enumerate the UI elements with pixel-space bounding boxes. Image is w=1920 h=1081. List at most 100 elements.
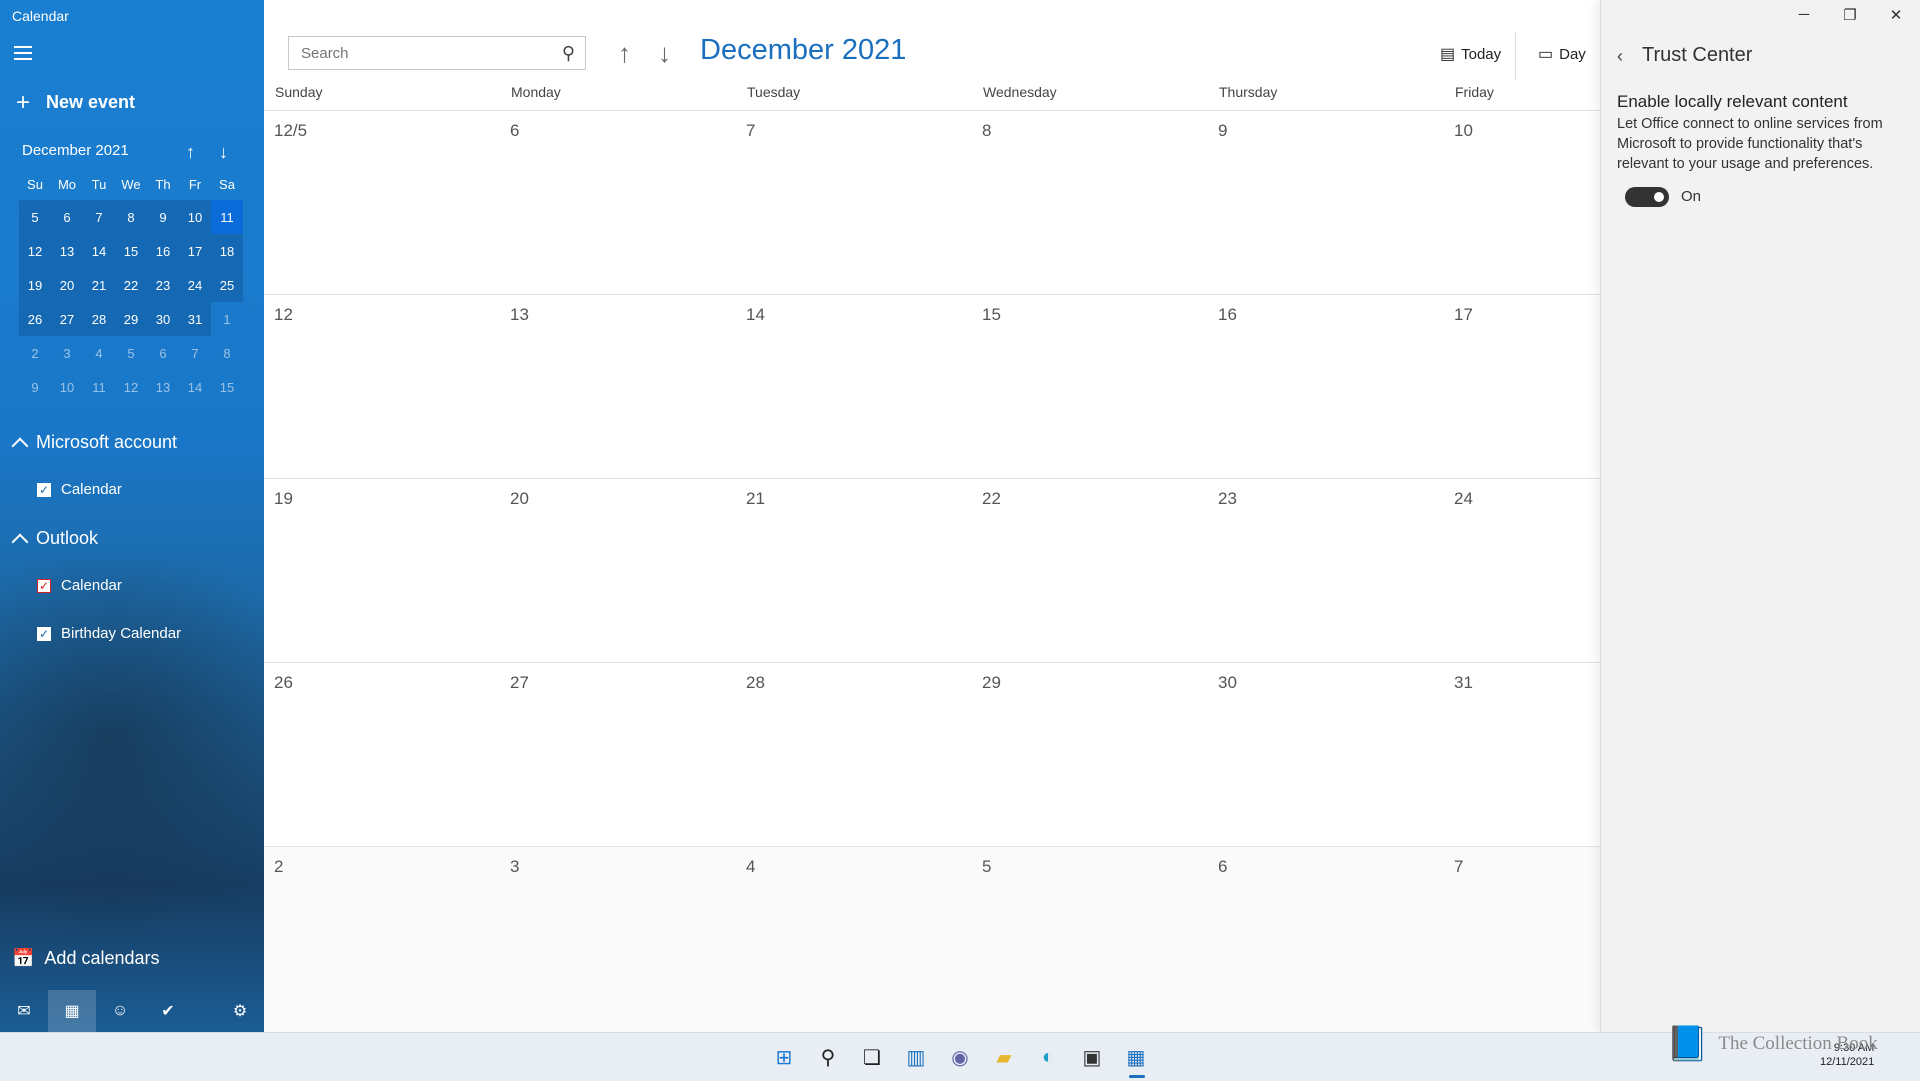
mini-calendar-day[interactable]: 7: [83, 200, 115, 234]
calendar-item-birthday-calendar[interactable]: ✓ Birthday Calendar: [37, 625, 181, 642]
mini-calendar-day[interactable]: 7: [179, 336, 211, 370]
mini-calendar-day[interactable]: 31: [179, 302, 211, 336]
search-box[interactable]: ⚲: [288, 36, 586, 70]
locally-relevant-content-toggle[interactable]: [1625, 187, 1669, 207]
people-icon[interactable]: ☺: [96, 990, 144, 1032]
mini-calendar-day[interactable]: 15: [115, 234, 147, 268]
mini-calendar-day[interactable]: 8: [115, 200, 147, 234]
calendar-app-icon[interactable]: ▦: [1123, 1044, 1149, 1070]
mini-calendar-day[interactable]: 10: [51, 370, 83, 404]
mini-calendar-day[interactable]: 5: [115, 336, 147, 370]
day-cell-number[interactable]: 19: [274, 489, 293, 509]
mini-calendar-day[interactable]: 14: [179, 370, 211, 404]
next-month-icon[interactable]: ↓: [658, 38, 671, 69]
mini-calendar-day[interactable]: 13: [147, 370, 179, 404]
day-cell-number[interactable]: 3: [510, 857, 519, 877]
day-cell-number[interactable]: 16: [1218, 305, 1237, 325]
mini-calendar-day[interactable]: 6: [147, 336, 179, 370]
day-cell-number[interactable]: 29: [982, 673, 1001, 693]
day-cell-number[interactable]: 22: [982, 489, 1001, 509]
mini-calendar-day[interactable]: 15: [211, 370, 243, 404]
file-explorer-icon[interactable]: ▰: [991, 1044, 1017, 1070]
add-calendars-button[interactable]: 📅 Add calendars: [12, 948, 160, 969]
mini-calendar-day[interactable]: 29: [115, 302, 147, 336]
mini-calendar-day[interactable]: 23: [147, 268, 179, 302]
day-cell-number[interactable]: 2: [274, 857, 283, 877]
day-cell-number[interactable]: 6: [510, 121, 519, 141]
mini-calendar-day[interactable]: 19: [19, 268, 51, 302]
month-title[interactable]: December 2021: [700, 34, 906, 67]
mini-calendar-day[interactable]: 25: [211, 268, 243, 302]
mail-icon[interactable]: ✉: [0, 990, 48, 1032]
back-arrow-icon[interactable]: ‹: [1617, 46, 1623, 67]
mini-calendar-day[interactable]: 26: [19, 302, 51, 336]
day-cell-number[interactable]: 28: [746, 673, 765, 693]
day-cell-number[interactable]: 7: [746, 121, 755, 141]
todo-icon[interactable]: ✔: [144, 990, 192, 1032]
day-cell-number[interactable]: 12/5: [274, 121, 307, 141]
day-cell-number[interactable]: 17: [1454, 305, 1473, 325]
calendar-item-microsoft-calendar[interactable]: ✓ Calendar: [37, 481, 122, 498]
mini-calendar-day[interactable]: 27: [51, 302, 83, 336]
minimize-icon[interactable]: ─: [1781, 6, 1827, 28]
day-cell-number[interactable]: 9: [1218, 121, 1227, 141]
mini-calendar-day[interactable]: 12: [19, 234, 51, 268]
mini-calendar-day[interactable]: 21: [83, 268, 115, 302]
mini-calendar-day[interactable]: 10: [179, 200, 211, 234]
day-cell-number[interactable]: 12: [274, 305, 293, 325]
day-cell-number[interactable]: 15: [982, 305, 1001, 325]
mini-calendar-day[interactable]: 30: [147, 302, 179, 336]
day-cell-number[interactable]: 26: [274, 673, 293, 693]
search-icon[interactable]: ⚲: [562, 43, 575, 64]
day-cell-number[interactable]: 21: [746, 489, 765, 509]
mini-calendar-next-icon[interactable]: ↓: [219, 142, 228, 163]
day-cell-number[interactable]: 20: [510, 489, 529, 509]
task-view-icon[interactable]: ❏: [859, 1044, 885, 1070]
mini-calendar-day[interactable]: 5: [19, 200, 51, 234]
close-icon[interactable]: ✕: [1873, 6, 1919, 28]
day-cell-number[interactable]: 6: [1218, 857, 1227, 877]
mini-calendar-day[interactable]: 28: [83, 302, 115, 336]
previous-month-icon[interactable]: ↑: [618, 38, 631, 69]
edge-browser-icon[interactable]: ◐: [1035, 1044, 1061, 1070]
new-event-button[interactable]: + New event: [14, 90, 135, 114]
today-button[interactable]: ▤ Today: [1440, 44, 1501, 64]
restore-icon[interactable]: ❐: [1827, 6, 1873, 28]
checkbox-checked-icon[interactable]: ✓: [37, 482, 51, 497]
day-cell-number[interactable]: 24: [1454, 489, 1473, 509]
mini-calendar-day[interactable]: 11: [83, 370, 115, 404]
day-cell-number[interactable]: 10: [1454, 121, 1473, 141]
day-cell-number[interactable]: 27: [510, 673, 529, 693]
widgets-icon[interactable]: ▥: [903, 1044, 929, 1070]
checkbox-checked-icon[interactable]: ✓: [37, 578, 51, 593]
mini-calendar-day[interactable]: 22: [115, 268, 147, 302]
day-cell-number[interactable]: 23: [1218, 489, 1237, 509]
search-icon[interactable]: ⚲: [815, 1044, 841, 1070]
mini-calendar-day[interactable]: 1: [211, 302, 243, 336]
account-microsoft-header[interactable]: Microsoft account: [11, 432, 177, 454]
chat-icon[interactable]: ◉: [947, 1044, 973, 1070]
hamburger-menu-icon[interactable]: [14, 46, 32, 60]
mini-calendar-prev-icon[interactable]: ↑: [186, 142, 195, 163]
mini-calendar-day[interactable]: 3: [51, 336, 83, 370]
mini-calendar-day[interactable]: 24: [179, 268, 211, 302]
day-view-button[interactable]: ▭ Day: [1538, 44, 1586, 64]
mini-calendar-day[interactable]: 13: [51, 234, 83, 268]
mini-calendar-day[interactable]: 20: [51, 268, 83, 302]
calendar-icon[interactable]: ▦: [48, 990, 96, 1032]
calendar-item-outlook-calendar[interactable]: ✓ Calendar: [37, 577, 122, 594]
mini-calendar-day[interactable]: 9: [147, 200, 179, 234]
day-cell-number[interactable]: 8: [982, 121, 991, 141]
account-outlook-header[interactable]: Outlook: [11, 528, 98, 550]
mini-calendar-day[interactable]: 9: [19, 370, 51, 404]
checkbox-checked-icon[interactable]: ✓: [37, 626, 51, 641]
day-cell-number[interactable]: 14: [746, 305, 765, 325]
mini-calendar-day[interactable]: 18: [211, 234, 243, 268]
day-cell-number[interactable]: 5: [982, 857, 991, 877]
search-input[interactable]: [299, 43, 562, 63]
mini-calendar-day[interactable]: 12: [115, 370, 147, 404]
store-icon[interactable]: ▣: [1079, 1044, 1105, 1070]
mini-calendar-day[interactable]: 4: [83, 336, 115, 370]
day-cell-number[interactable]: 31: [1454, 673, 1473, 693]
mini-calendar-day[interactable]: 16: [147, 234, 179, 268]
